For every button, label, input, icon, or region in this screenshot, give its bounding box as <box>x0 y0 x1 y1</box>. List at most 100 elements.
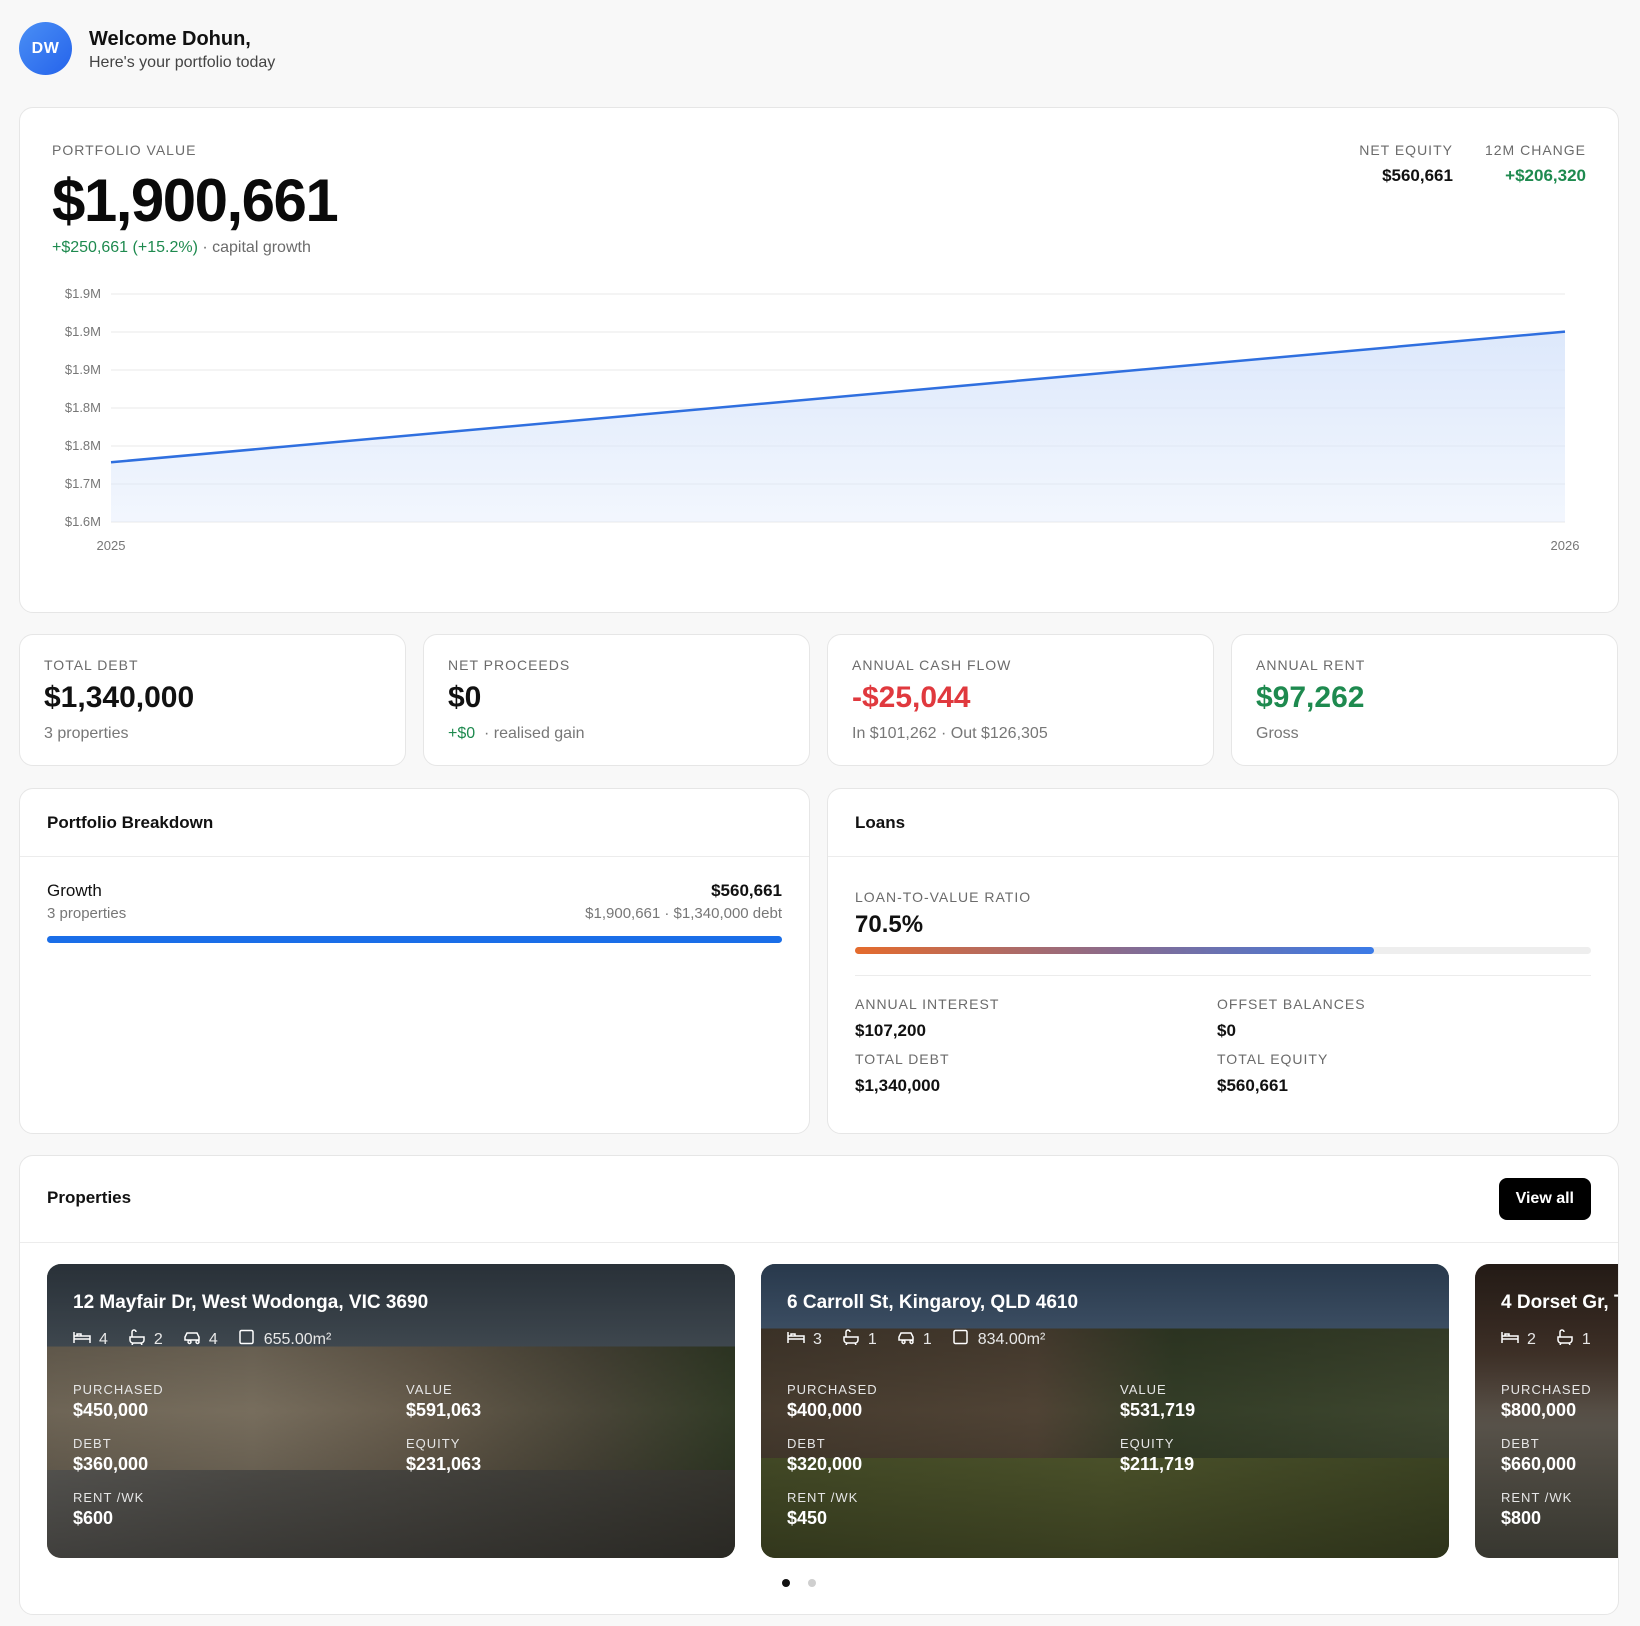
beds-count: 3 <box>813 1330 822 1348</box>
property-address: 12 Mayfair Dr, West Wodonga, VIC 3690 <box>73 1292 429 1313</box>
stat-label: DEBT <box>73 1436 112 1451</box>
y-tick-label: $1.8M <box>65 400 101 415</box>
area-icon <box>952 1329 970 1350</box>
value-stat: VALUE $531,719 <box>1120 1382 1195 1421</box>
portfolio-value-label: PORTFOLIO VALUE <box>52 142 197 158</box>
carousel-dots <box>782 1579 816 1587</box>
divider <box>855 975 1591 976</box>
rent-stat: RENT /WK $450 <box>787 1490 858 1529</box>
properties-card: Properties View all 12 Mayfair Dr, West … <box>19 1155 1619 1615</box>
baths-count: 1 <box>867 1330 877 1348</box>
property-address: 6 Carroll St, Kingaroy, QLD 4610 <box>787 1292 1079 1313</box>
bath-icon <box>128 1329 146 1350</box>
net-equity-value: $560,661 <box>1382 166 1453 185</box>
stat-value: $400,000 <box>787 1400 863 1420</box>
breakdown-detail: $1,900,661 · $1,340,000 debt <box>585 905 782 922</box>
car-icon <box>183 1329 201 1350</box>
avatar[interactable]: DW <box>19 22 72 75</box>
property-features: 2 1 <box>1501 1329 1591 1350</box>
metric-total-debt: TOTAL DEBT $1,340,000 3 properties <box>19 634 406 766</box>
metric-sub-accent: +$0 <box>448 725 476 742</box>
net-equity-label: NET EQUITY <box>1359 142 1453 158</box>
stat-label: OFFSET BALANCES <box>1217 996 1366 1012</box>
metric-annual-rent: ANNUAL RENT $97,262 Gross <box>1231 634 1618 766</box>
breakdown-bar-fill <box>47 936 782 943</box>
metric-value: $1,340,000 <box>44 681 195 714</box>
land-area: 834.00m² <box>977 1330 1046 1348</box>
stat-value: $600 <box>73 1508 114 1528</box>
debt-stat: DEBT $660,000 <box>1501 1436 1576 1475</box>
metric-sub: 3 properties <box>44 725 129 742</box>
baths-count: 1 <box>1581 1330 1591 1348</box>
breakdown-row-growth[interactable]: Growth 3 properties $560,661 $1,900,661 … <box>47 881 782 922</box>
stat-value: $0 <box>1217 1021 1236 1040</box>
bed-icon <box>1501 1329 1519 1350</box>
property-address: 4 Dorset Gr, T <box>1501 1292 1619 1313</box>
offset-balances-stat: OFFSET BALANCES $0 <box>1217 996 1366 1041</box>
carousel-dot[interactable] <box>808 1579 816 1587</box>
property-card[interactable]: 6 Carroll St, Kingaroy, QLD 4610 3 1 1 8… <box>761 1264 1449 1558</box>
total-equity-stat: TOTAL EQUITY $560,661 <box>1217 1051 1328 1096</box>
view-all-button[interactable]: View all <box>1498 1178 1591 1220</box>
stat-value: $1,340,000 <box>855 1076 941 1095</box>
breakdown-bar <box>47 936 782 943</box>
metric-label: ANNUAL RENT <box>1256 657 1366 673</box>
stat-value: $320,000 <box>787 1454 863 1474</box>
property-card[interactable]: 12 Mayfair Dr, West Wodonga, VIC 3690 4 … <box>47 1264 735 1558</box>
y-tick-label: $1.8M <box>65 438 101 453</box>
metric-sub: +$0 · realised gain <box>448 725 585 743</box>
property-card[interactable]: 4 Dorset Gr, T 2 1 PURCHASED $800,000 DEB… <box>1475 1264 1619 1558</box>
bed-icon <box>73 1329 91 1350</box>
land-area: 655.00m² <box>263 1330 332 1348</box>
stat-label: RENT /WK <box>787 1490 859 1505</box>
panel-title: Loans <box>828 789 1618 857</box>
stat-value: $231,063 <box>406 1454 482 1474</box>
property-features: 4 2 4 655.00m² <box>73 1329 331 1350</box>
stat-value: $450 <box>787 1508 828 1528</box>
loans-card: Loans LOAN-TO-VALUE RATIO 70.5% ANNUAL I… <box>827 788 1619 1134</box>
twelve-month-change-value: +$206,320 <box>1505 166 1586 185</box>
portfolio-value: $1,900,661 <box>52 167 339 234</box>
purchased-stat: PURCHASED $800,000 <box>1501 1382 1592 1421</box>
growth-percent: (+15.2%) <box>132 239 198 256</box>
stat-label: PURCHASED <box>787 1382 878 1397</box>
stat-value: $107,200 <box>855 1021 926 1040</box>
portfolio-value-chart[interactable]: $1.9M $1.9M $1.9M $1.8M $1.8M $1.7M $1.6M 2025 2… <box>20 278 1620 598</box>
cars-count: 1 <box>922 1330 932 1348</box>
stat-label: PURCHASED <box>73 1382 164 1397</box>
stat-label: VALUE <box>1120 1382 1167 1397</box>
ltv-value: 70.5% <box>855 911 924 938</box>
metric-label: TOTAL DEBT <box>44 657 139 673</box>
panel-title: Portfolio Breakdown <box>20 789 809 857</box>
stat-value: $450,000 <box>73 1400 149 1420</box>
metric-sub: In $101,262 · Out $126,305 <box>852 725 1048 742</box>
metric-label: ANNUAL CASH FLOW <box>852 657 1012 673</box>
stat-value: $531,719 <box>1120 1400 1196 1420</box>
stat-label: RENT /WK <box>73 1490 145 1505</box>
stat-label: DEBT <box>1501 1436 1540 1451</box>
beds-count: 4 <box>99 1330 108 1348</box>
portfolio-value-card: PORTFOLIO VALUE $1,900,661 +$250,661 (+1… <box>19 107 1619 613</box>
rent-stat: RENT /WK $600 <box>73 1490 144 1529</box>
metric-label: NET PROCEEDS <box>448 657 571 673</box>
twelve-month-change-label: 12M CHANGE <box>1484 142 1586 158</box>
bath-icon <box>842 1329 860 1350</box>
x-tick-label: 2025 <box>97 538 126 553</box>
stat-label: TOTAL DEBT <box>855 1051 950 1067</box>
equity-stat: EQUITY $231,063 <box>406 1436 481 1475</box>
stat-label: RENT /WK <box>1501 1490 1573 1505</box>
purchased-stat: PURCHASED $450,000 <box>73 1382 164 1421</box>
hero-stats: NET EQUITY $560,661 12M CHANGE +$206,320 <box>1359 142 1586 186</box>
total-debt-stat: TOTAL DEBT $1,340,000 <box>855 1051 950 1096</box>
stat-value: $800,000 <box>1501 1400 1577 1420</box>
stat-value: $660,000 <box>1501 1454 1577 1474</box>
ltv-label: LOAN-TO-VALUE RATIO <box>855 889 1032 905</box>
value-stat: VALUE $591,063 <box>406 1382 481 1421</box>
stat-label: EQUITY <box>1120 1436 1175 1451</box>
property-features: 3 1 1 834.00m² <box>787 1329 1045 1350</box>
stat-label: PURCHASED <box>1501 1382 1592 1397</box>
carousel-dot[interactable] <box>782 1579 790 1587</box>
car-icon <box>897 1329 915 1350</box>
beds-count: 2 <box>1527 1330 1536 1348</box>
metric-net-proceeds: NET PROCEEDS $0 +$0 · realised gain <box>423 634 810 766</box>
